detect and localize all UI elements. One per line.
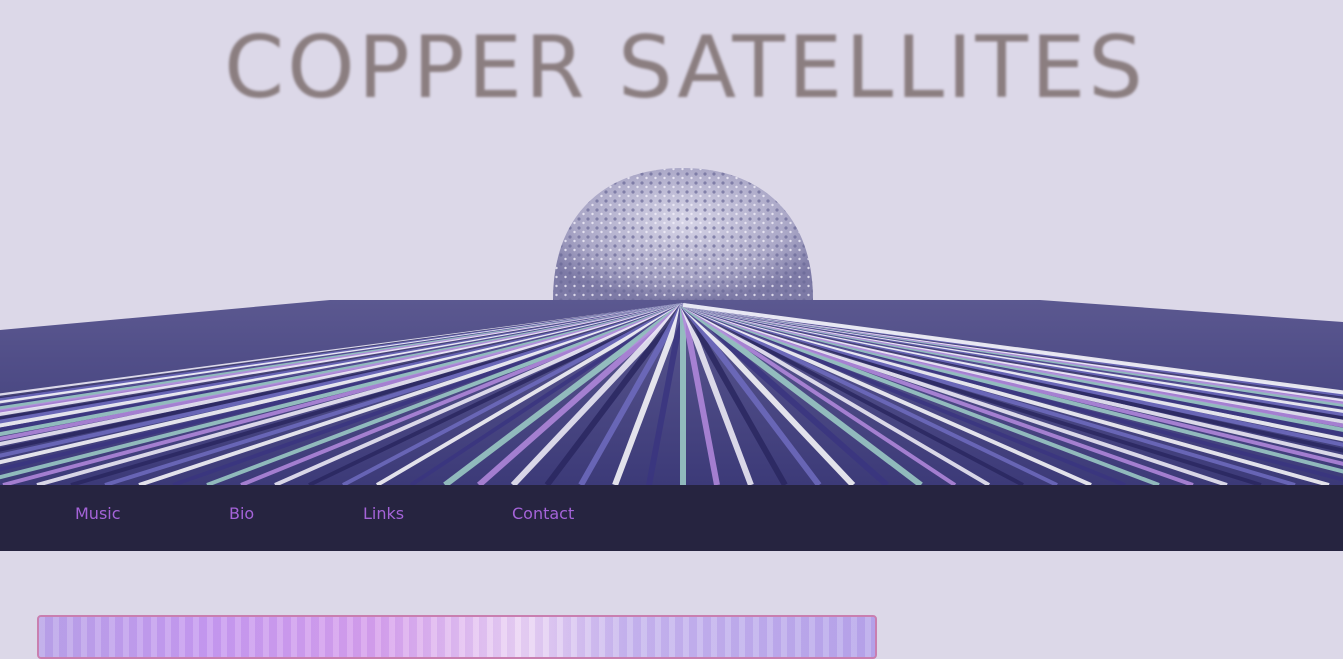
featured-image <box>39 617 875 657</box>
main-navbar: Music Bio Links Contact <box>0 485 1343 551</box>
nav-link-bio[interactable]: Bio <box>229 504 254 523</box>
site-title: COPPER SATELLITES <box>224 18 1146 118</box>
header-banner: COPPER SATELLITES <box>0 0 1343 485</box>
dome-shape <box>553 168 813 300</box>
nav-link-contact[interactable]: Contact <box>512 504 574 523</box>
featured-image-card[interactable] <box>37 615 877 659</box>
nav-link-music[interactable]: Music <box>75 504 121 523</box>
nav-link-links[interactable]: Links <box>363 504 404 523</box>
